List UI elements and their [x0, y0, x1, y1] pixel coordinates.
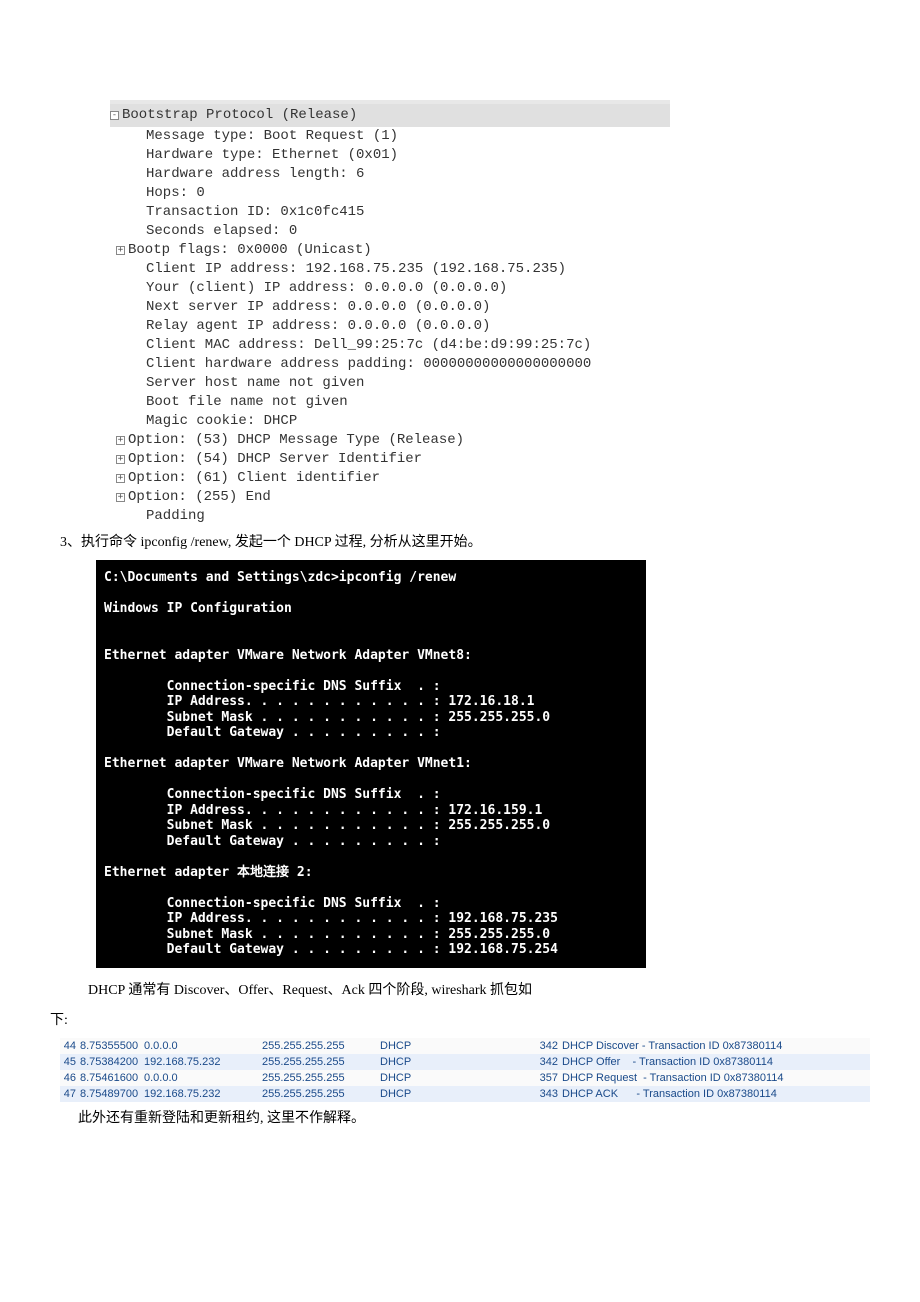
- tree-line: Magic cookie: DHCP: [110, 412, 670, 431]
- tree-line[interactable]: +Option: (54) DHCP Server Identifier: [110, 450, 670, 469]
- cmd-block: C:\Documents and Settings\zdc>ipconfig /…: [96, 560, 646, 968]
- cell: 0.0.0.0: [144, 1070, 262, 1086]
- expand-icon[interactable]: +: [116, 455, 125, 464]
- tree-line-text: Server host name not given: [146, 375, 364, 391]
- tree-line-text: Padding: [146, 508, 205, 524]
- tree-root[interactable]: -Bootstrap Protocol (Release): [110, 104, 670, 127]
- cell: 192.168.75.232: [144, 1086, 262, 1102]
- tree-line: Server host name not given: [110, 374, 670, 393]
- cell: 255.255.255.255: [262, 1086, 380, 1102]
- tree-line-text: Option: (54) DHCP Server Identifier: [128, 451, 422, 467]
- tree-line: Client IP address: 192.168.75.235 (192.1…: [110, 260, 670, 279]
- body-text-2a: DHCP 通常有 Discover、Offer、Request、Ack 四个阶段…: [60, 980, 870, 1002]
- tree-line: Hardware address length: 6: [110, 165, 670, 184]
- cell: 8.75489700: [80, 1086, 144, 1102]
- tree-line-text: Client hardware address padding: 0000000…: [146, 356, 591, 372]
- tree-line-text: Client IP address: 192.168.75.235 (192.1…: [146, 261, 566, 277]
- tree-line-text: Hops: 0: [146, 185, 205, 201]
- tree-line-text: Seconds elapsed: 0: [146, 223, 297, 239]
- cell: DHCP: [380, 1070, 534, 1086]
- cell: 192.168.75.232: [144, 1054, 262, 1070]
- tree-line[interactable]: +Bootp flags: 0x0000 (Unicast): [110, 241, 670, 260]
- cell: 0.0.0.0: [144, 1038, 262, 1054]
- tree-line-text: Next server IP address: 0.0.0.0 (0.0.0.0…: [146, 299, 490, 315]
- collapse-icon[interactable]: -: [110, 111, 119, 120]
- tree-line: Client hardware address padding: 0000000…: [110, 355, 670, 374]
- tree-line: Boot file name not given: [110, 393, 670, 412]
- tree-line[interactable]: +Option: (255) End: [110, 488, 670, 507]
- tree-line-text: Magic cookie: DHCP: [146, 413, 297, 429]
- cell: DHCP Request - Transaction ID 0x87380114: [562, 1070, 868, 1086]
- cell: DHCP ACK - Transaction ID 0x87380114: [562, 1086, 868, 1102]
- tree-line[interactable]: +Option: (53) DHCP Message Type (Release…: [110, 431, 670, 450]
- table-row[interactable]: 468.754616000.0.0.0255.255.255.255DHCP35…: [60, 1070, 870, 1086]
- cell: 255.255.255.255: [262, 1038, 380, 1054]
- cell: 342: [534, 1038, 562, 1054]
- cell: 8.75461600: [80, 1070, 144, 1086]
- wireshark-tree: -Bootstrap Protocol (Release) Message ty…: [110, 100, 670, 526]
- tree-line: Padding: [110, 507, 670, 526]
- expand-icon[interactable]: +: [116, 474, 125, 483]
- tree-line-text: Option: (61) Client identifier: [128, 470, 380, 486]
- cell: 342: [534, 1054, 562, 1070]
- tree-line-text: Boot file name not given: [146, 394, 348, 410]
- cell: DHCP Offer - Transaction ID 0x87380114: [562, 1054, 868, 1070]
- tree-line[interactable]: +Option: (61) Client identifier: [110, 469, 670, 488]
- tree-line-text: Your (client) IP address: 0.0.0.0 (0.0.0…: [146, 280, 507, 296]
- expand-icon[interactable]: +: [116, 493, 125, 502]
- table-row[interactable]: 458.75384200192.168.75.232255.255.255.25…: [60, 1054, 870, 1070]
- cell: 47: [62, 1086, 80, 1102]
- cell: DHCP: [380, 1038, 534, 1054]
- cell: 357: [534, 1070, 562, 1086]
- tree-line-text: Hardware type: Ethernet (0x01): [146, 147, 398, 163]
- tree-line: Your (client) IP address: 0.0.0.0 (0.0.0…: [110, 279, 670, 298]
- tree-line: Hops: 0: [110, 184, 670, 203]
- document-page: -Bootstrap Protocol (Release) Message ty…: [0, 0, 920, 1176]
- cell: 8.75355500: [80, 1038, 144, 1054]
- cell: DHCP: [380, 1054, 534, 1070]
- expand-icon[interactable]: +: [116, 436, 125, 445]
- cell: DHCP: [380, 1086, 534, 1102]
- tree-line-text: Option: (53) DHCP Message Type (Release): [128, 432, 464, 448]
- cell: 255.255.255.255: [262, 1070, 380, 1086]
- tree-line-text: Client MAC address: Dell_99:25:7c (d4:be…: [146, 337, 591, 353]
- tree-line-text: Message type: Boot Request (1): [146, 128, 398, 144]
- tree-line: Next server IP address: 0.0.0.0 (0.0.0.0…: [110, 298, 670, 317]
- cell: 343: [534, 1086, 562, 1102]
- cell: 44: [62, 1038, 80, 1054]
- tree-line: Relay agent IP address: 0.0.0.0 (0.0.0.0…: [110, 317, 670, 336]
- cell: 255.255.255.255: [262, 1054, 380, 1070]
- tree-line-text: Option: (255) End: [128, 489, 271, 505]
- tree-line-text: Relay agent IP address: 0.0.0.0 (0.0.0.0…: [146, 318, 490, 334]
- cell: 45: [62, 1054, 80, 1070]
- tree-line-text: Bootp flags: 0x0000 (Unicast): [128, 242, 372, 258]
- tree-line: Seconds elapsed: 0: [110, 222, 670, 241]
- tree-line: Transaction ID: 0x1c0fc415: [110, 203, 670, 222]
- tree-line-text: Transaction ID: 0x1c0fc415: [146, 204, 364, 220]
- cell: 8.75384200: [80, 1054, 144, 1070]
- table-row[interactable]: 478.75489700192.168.75.232255.255.255.25…: [60, 1086, 870, 1102]
- expand-icon[interactable]: +: [116, 246, 125, 255]
- tree-line-text: Hardware address length: 6: [146, 166, 364, 182]
- tree-line: Client MAC address: Dell_99:25:7c (d4:be…: [110, 336, 670, 355]
- body-text-1: 3、执行命令 ipconfig /renew, 发起一个 DHCP 过程, 分析…: [60, 532, 870, 554]
- cell: 46: [62, 1070, 80, 1086]
- body-text-3: 此外还有重新登陆和更新租约, 这里不作解释。: [50, 1108, 870, 1130]
- packet-table: 448.753555000.0.0.0255.255.255.255DHCP34…: [60, 1038, 870, 1102]
- body-text-2b: 下:: [50, 1010, 870, 1032]
- tree-line: Hardware type: Ethernet (0x01): [110, 146, 670, 165]
- tree-line: Message type: Boot Request (1): [110, 127, 670, 146]
- tree-root-label: Bootstrap Protocol (Release): [122, 107, 357, 123]
- table-row[interactable]: 448.753555000.0.0.0255.255.255.255DHCP34…: [60, 1038, 870, 1054]
- cell: DHCP Discover - Transaction ID 0x8738011…: [562, 1038, 868, 1054]
